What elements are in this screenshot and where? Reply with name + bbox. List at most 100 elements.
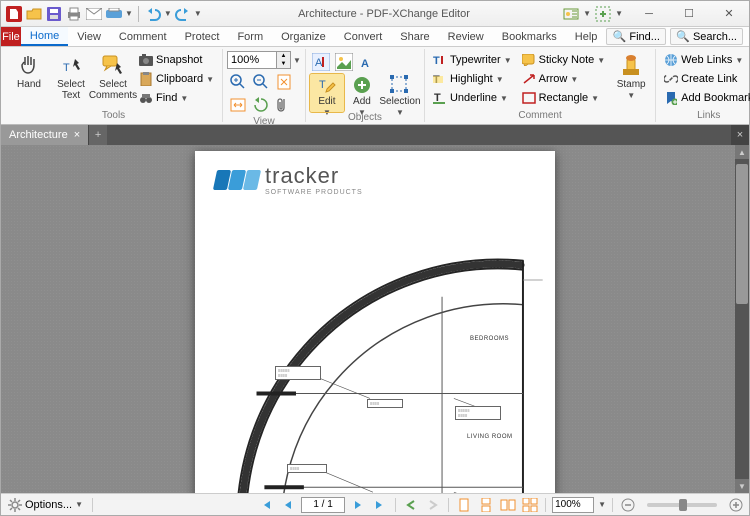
zoom-out-icon[interactable]	[250, 71, 272, 93]
open-icon[interactable]	[25, 5, 43, 23]
tab-home[interactable]: Home	[21, 27, 68, 46]
layout-facing-cont-icon[interactable]	[521, 496, 539, 514]
clipboard-icon	[139, 72, 153, 86]
tab-protect[interactable]: Protect	[176, 27, 229, 46]
document-viewer[interactable]: tracker SOFTWARE PRODUCTS	[1, 145, 749, 493]
nav-fwd-icon[interactable]	[424, 496, 442, 514]
highlight-button[interactable]: THighlight▼	[429, 70, 516, 88]
zoom-combo[interactable]: ▲▼ ▼	[227, 51, 301, 69]
tabs-menu-icon[interactable]: ×	[731, 125, 749, 145]
camera-icon	[139, 53, 153, 67]
print-icon[interactable]	[65, 5, 83, 23]
email-icon[interactable]	[85, 5, 103, 23]
redo-dropdown[interactable]: ▼	[194, 9, 202, 18]
zoom-in-icon[interactable]	[227, 71, 249, 93]
arrow-button[interactable]: Arrow▼	[518, 70, 610, 88]
edit-image-icon[interactable]	[333, 51, 355, 73]
tab-form[interactable]: Form	[228, 27, 272, 46]
undo-icon[interactable]	[144, 5, 162, 23]
zoom-minus-icon[interactable]	[619, 496, 637, 514]
link-icon	[664, 72, 678, 86]
tab-share[interactable]: Share	[391, 27, 438, 46]
last-page-icon[interactable]	[371, 496, 389, 514]
clipboard-button[interactable]: Clipboard▼	[135, 70, 218, 88]
add-bookmark-button[interactable]: Add Bookmark	[660, 89, 750, 107]
typewriter-button[interactable]: TTypewriter▼	[429, 51, 516, 69]
fit-page-icon[interactable]	[273, 71, 295, 93]
rectangle-button[interactable]: Rectangle▼	[518, 89, 610, 107]
find-button[interactable]: 🔍Find...	[606, 28, 666, 45]
options-button[interactable]: Options...▼	[5, 496, 86, 514]
zoom-slider[interactable]	[647, 503, 717, 507]
search-button[interactable]: 🔍Search...	[670, 28, 743, 45]
underline-button[interactable]: TUnderline▼	[429, 89, 516, 107]
scroll-up-button[interactable]: ▲	[735, 145, 749, 159]
zoom-up[interactable]: ▲	[277, 52, 290, 60]
tab-organize[interactable]: Organize	[272, 27, 335, 46]
edit-text-icon[interactable]: A	[310, 51, 332, 73]
edit-button[interactable]: T Edit▼	[310, 74, 344, 112]
tab-view[interactable]: View	[68, 27, 110, 46]
layout-single-icon[interactable]	[455, 496, 473, 514]
zoom-down[interactable]: ▼	[277, 60, 290, 68]
select-comments-icon	[100, 52, 126, 78]
tracker-logo: tracker SOFTWARE PRODUCTS	[215, 163, 363, 196]
edit-shape-icon[interactable]: A	[356, 51, 378, 73]
save-icon[interactable]	[45, 5, 63, 23]
zoom-plus-icon[interactable]	[727, 496, 745, 514]
zoom-slider-thumb[interactable]	[679, 499, 687, 511]
select-comments-tool[interactable]: Select Comments	[93, 51, 133, 109]
minimize-button[interactable]: ─	[629, 2, 669, 26]
prev-page-icon[interactable]	[279, 496, 297, 514]
fit-width-icon[interactable]	[227, 94, 249, 116]
select-text-tool[interactable]: T Select Text	[51, 51, 91, 109]
pdf-page: tracker SOFTWARE PRODUCTS	[195, 151, 555, 493]
first-page-icon[interactable]	[257, 496, 275, 514]
tab-bookmarks[interactable]: Bookmarks	[493, 27, 566, 46]
svg-text:T: T	[319, 79, 326, 91]
ui-options-icon[interactable]	[562, 5, 580, 23]
undo-dropdown[interactable]: ▼	[164, 9, 172, 18]
bookmark-icon	[664, 91, 678, 105]
tab-review[interactable]: Review	[439, 27, 493, 46]
document-tab-label: Architecture	[9, 129, 68, 141]
launch-icon[interactable]	[594, 5, 612, 23]
scroll-down-button[interactable]: ▼	[735, 479, 749, 493]
hand-tool[interactable]: Hand	[9, 51, 49, 109]
next-page-icon[interactable]	[349, 496, 367, 514]
add-button[interactable]: Add▼	[345, 74, 379, 112]
attachment-icon[interactable]	[273, 94, 295, 116]
nav-back-icon[interactable]	[402, 496, 420, 514]
tab-help[interactable]: Help	[566, 27, 607, 46]
document-tab[interactable]: Architecture ×	[1, 125, 89, 145]
stamp-button[interactable]: Stamp▼	[611, 51, 651, 109]
web-links-button[interactable]: Web Links▼	[660, 51, 750, 69]
close-tab-icon[interactable]: ×	[74, 129, 80, 141]
qat-dropdown[interactable]: ▼	[125, 9, 133, 18]
select-text-icon: T	[58, 52, 84, 78]
hand-icon	[16, 52, 42, 78]
vertical-scrollbar[interactable]: ▲ ▼	[735, 145, 749, 493]
create-link-button[interactable]: Create Link	[660, 70, 750, 88]
file-tab[interactable]: File	[1, 27, 21, 46]
group-comment: TTypewriter▼ THighlight▼ TUnderline▼ Sti…	[425, 49, 656, 122]
selection-button[interactable]: Selection▼	[380, 74, 420, 112]
title-bar: ▼ ▼ ▼ Architecture - PDF-XChange Editor …	[1, 1, 749, 27]
find-tool-button[interactable]: Find▼	[135, 89, 218, 107]
status-zoom-input[interactable]	[552, 497, 594, 513]
add-tab-button[interactable]: +	[89, 125, 107, 145]
sticky-note-button[interactable]: Sticky Note▼	[518, 51, 610, 69]
layout-continuous-icon[interactable]	[477, 496, 495, 514]
snapshot-button[interactable]: Snapshot	[135, 51, 218, 69]
maximize-button[interactable]: ☐	[669, 2, 709, 26]
scan-icon[interactable]	[105, 5, 123, 23]
rotate-icon[interactable]	[250, 94, 272, 116]
tab-convert[interactable]: Convert	[335, 27, 392, 46]
close-button[interactable]: ✕	[709, 2, 749, 26]
scroll-thumb[interactable]	[736, 164, 748, 304]
layout-facing-icon[interactable]	[499, 496, 517, 514]
tab-comment[interactable]: Comment	[110, 27, 176, 46]
page-input[interactable]	[301, 497, 345, 513]
zoom-input[interactable]	[227, 51, 277, 69]
redo-icon[interactable]	[174, 5, 192, 23]
